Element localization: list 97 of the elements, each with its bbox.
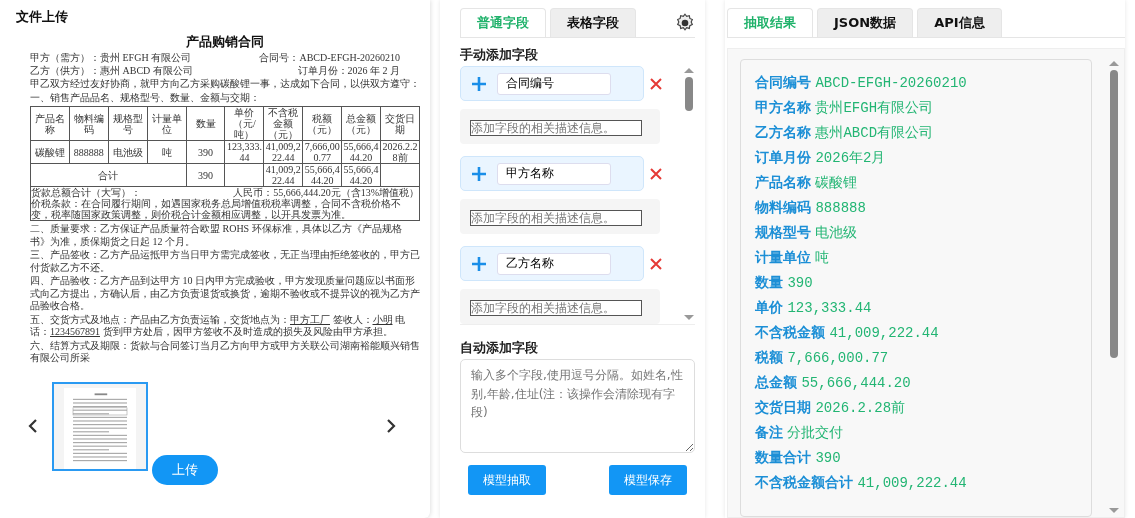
- result-value: 123,333.44: [787, 300, 872, 316]
- add-icon[interactable]: [471, 165, 487, 182]
- result-key: 不含税金额合计: [755, 474, 853, 490]
- result-value: 41,009,222.44: [857, 475, 967, 491]
- result-key: 乙方名称: [755, 124, 811, 140]
- result-value: 2026.2.28前: [815, 400, 906, 416]
- document-title: 产品购销合同: [185, 34, 265, 51]
- document-text: 六、结算方式及期限：货款与合同签订当月乙方向甲方或甲方关联公司湖南裕能顺兴销售有限公司所采: [30, 339, 420, 365]
- table-header: 不含税金额（元）: [263, 106, 303, 141]
- table-cell: 123,333.44: [224, 140, 264, 164]
- section-heading: 手动添加字段: [460, 46, 539, 64]
- table-header: 税额（元）: [302, 106, 342, 141]
- result-key: 交货日期: [755, 399, 811, 415]
- result-key: 单价: [755, 299, 783, 315]
- table-header: 物料编码: [69, 106, 109, 141]
- result-value: 390: [815, 450, 841, 466]
- document-text: 乙方（供方）：惠州 ABCD 有限公司: [30, 64, 193, 78]
- field-name-input[interactable]: 合同编号: [497, 72, 611, 95]
- description-input[interactable]: 添加字段的相关描述信息。: [470, 210, 642, 226]
- table-cell: 888888: [69, 140, 109, 164]
- result-value: 2026年2月: [815, 150, 886, 166]
- result-key: 数量: [755, 274, 783, 290]
- previous-icon[interactable]: [28, 418, 38, 435]
- table-cell: 7,666,000.77: [302, 140, 342, 164]
- result-key: 不含税金额: [755, 324, 825, 340]
- table-header: 总金额（元）: [341, 106, 381, 141]
- table-cell: 390: [186, 140, 225, 164]
- table-header: 产品名称: [30, 106, 70, 141]
- result-key: 规格型号: [755, 224, 811, 240]
- table-cell: 55,666,444.20: [302, 163, 342, 187]
- result-value: 55,666,444.20: [801, 375, 911, 391]
- document-text: 五、交货方式及地点：产品由乙方负责运输，交货地点为：甲方工厂 签收人：小明 电话：1234567891 货到甲方处后，因甲方签收不及时造成的损失及风险由甲方承担。: [30, 313, 406, 339]
- document-text: 四、产品验收：乙方产品到达甲方 10 日内甲方完成验收，甲方发现质量问题应以书面形式向乙方提出，方确认后，由乙方负责退货或换货，逾期不验收或不提异议的视为乙方产品验收合格。: [30, 275, 420, 313]
- document-text: 三、产品签收：乙方产品运抵甲方当日甲方需完成签收，无正当理由拒绝签收的，甲方已付货款乙方不还。: [30, 249, 420, 275]
- tab[interactable]: 表格字段: [550, 8, 636, 37]
- panel-title: 文件上传: [16, 8, 69, 26]
- field-name-input[interactable]: 甲方名称: [497, 162, 611, 185]
- result-key: 物料编码: [755, 199, 811, 215]
- result-value: 888888: [815, 200, 866, 216]
- result-key: 产品名称: [755, 174, 811, 190]
- document-text: 二、质量要求：乙方保证产品质量符合欧盟 ROHS 环保标准，具体以乙方《产品规格书》为准，质保期货之日起 12 个月。: [30, 223, 403, 249]
- document-text: 价税条款：在合同履行期间，如遇国家税务总局增值税税率调整，合同不含税价格不变，税率随国家政策调整，则价税合计金额相应调整，以开具发票为准。: [31, 198, 402, 221]
- result-value: 390: [787, 275, 813, 291]
- result-key: 总金额: [755, 374, 797, 390]
- table-cell: 电池级: [108, 140, 148, 164]
- table-cell: 吨: [147, 140, 187, 164]
- next-icon[interactable]: [386, 418, 396, 435]
- result-key: 计量单位: [755, 249, 811, 265]
- table-cell: 碳酸锂: [30, 140, 70, 164]
- result-value: 贵州EFGH有限公司: [815, 100, 934, 116]
- add-icon[interactable]: [471, 255, 487, 272]
- result-value: 吨: [815, 250, 830, 266]
- tab[interactable]: JSON数据: [817, 8, 914, 37]
- table-cell: 390: [186, 163, 225, 187]
- table-header: 数量: [186, 106, 225, 141]
- result-key: 税额: [755, 349, 783, 365]
- result-key: 数量合计: [755, 449, 811, 465]
- result-value: 分批交付: [787, 425, 844, 441]
- result-value: ABCD-EFGH-20260210: [815, 75, 967, 91]
- close-icon[interactable]: [650, 77, 662, 90]
- table-cell: 55,666,444.20: [341, 140, 381, 164]
- table-cell: 41,009,222.44: [263, 163, 303, 187]
- result-value: 碳酸锂: [815, 175, 858, 191]
- result-value: 7,666,000.77: [787, 350, 889, 366]
- close-icon[interactable]: [650, 257, 662, 270]
- table-cell: 55,666,444.20: [341, 163, 381, 187]
- table-header: 规格型号: [108, 106, 148, 141]
- section-heading: 自动添加字段: [460, 339, 539, 357]
- result-key: 合同编号: [755, 74, 811, 90]
- field-name-input[interactable]: 乙方名称: [497, 252, 611, 275]
- table-header: 交货日期: [380, 106, 420, 141]
- document-text: 甲乙双方经过友好协商，就甲方向乙方采购碳酸锂一事，达成如下合同，以供双方遵守：: [30, 78, 420, 91]
- result-value: 41,009,222.44: [829, 325, 939, 341]
- document-text: 人民币：55,666,444.20元（含13%增值税）: [233, 187, 419, 199]
- add-icon[interactable]: [471, 75, 487, 92]
- settings-icon[interactable]: [675, 12, 695, 33]
- table-header: 单价（元/吨）: [224, 106, 264, 141]
- table-cell: 41,009,222.44: [263, 140, 303, 164]
- result-key: 订单月份: [755, 149, 811, 165]
- result-value: 惠州ABCD有限公司: [815, 125, 934, 141]
- fields-input[interactable]: 输入多个字段,使用逗号分隔。如姓名,性别,年龄,住址(注：该操作会清除现有字段): [460, 359, 695, 453]
- table-cell: 2026.2.28前: [380, 140, 420, 164]
- document-text: 一、销售产品品名、规格型号、数量、金额与交期：: [30, 91, 261, 105]
- close-icon[interactable]: [650, 167, 662, 180]
- table-cell: 合计: [30, 163, 187, 187]
- description-input[interactable]: 添加字段的相关描述信息。: [470, 120, 642, 136]
- document-text: 货款总额合计（大写）：: [31, 187, 141, 199]
- page-thumbnail[interactable]: [52, 381, 148, 471]
- result-key: 甲方名称: [755, 99, 811, 115]
- document-text: 合同号：ABCD-EFGH-20260210: [259, 52, 400, 65]
- tab[interactable]: API信息: [917, 8, 1002, 37]
- document-text: 订单月份：2026 年 2 月: [297, 64, 400, 78]
- table-header: 计量单位: [147, 106, 187, 141]
- description-input[interactable]: 添加字段的相关描述信息。: [470, 300, 642, 316]
- result-key: 备注: [755, 424, 783, 440]
- document-text: 甲方（需方）：贵州 EFGH 有限公司: [30, 52, 192, 65]
- result-value: 电池级: [815, 225, 858, 241]
